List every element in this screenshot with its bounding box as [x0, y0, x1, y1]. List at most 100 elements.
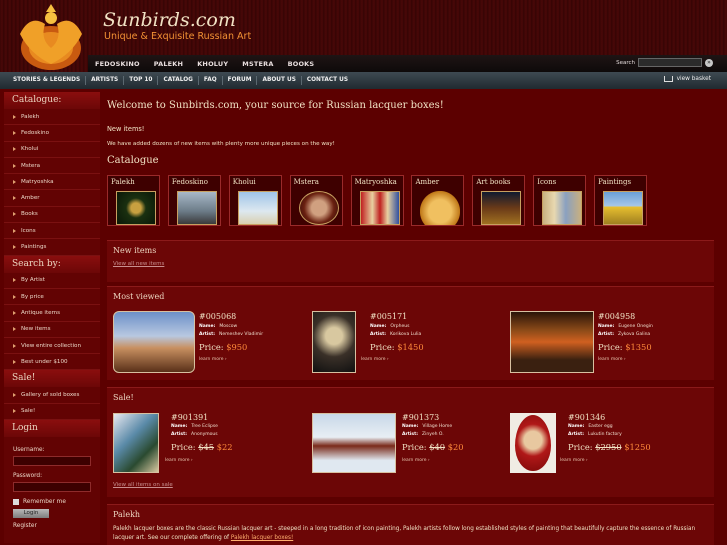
subnav-faq[interactable]: FAQ	[199, 76, 223, 85]
view-basket-link[interactable]: view basket	[663, 76, 711, 82]
view-basket-label: view basket	[676, 76, 711, 82]
sidebar-item-label: Paintings	[21, 244, 47, 251]
learn-more-link[interactable]: learn more ›	[199, 357, 227, 362]
product-number: #901373	[402, 413, 440, 422]
product-number: #901391	[171, 413, 209, 422]
product-name-row: Name: Orpheus	[370, 324, 409, 329]
subnav-forum[interactable]: FORUM	[223, 76, 258, 85]
sidebar-item-books[interactable]: Books	[4, 206, 100, 224]
product-artist-row: Artist: Zykova Galina	[598, 332, 650, 337]
subnav-top10[interactable]: TOP 10	[124, 76, 159, 85]
site-header: Sunbirds.com Unique & Exquisite Russian …	[0, 0, 727, 72]
palekh-title: Palekh	[113, 510, 141, 519]
artist-label: Artist:	[568, 432, 585, 437]
learn-more-label: learn more	[402, 458, 427, 463]
category-label: Icons	[537, 178, 557, 186]
bullet-icon	[13, 278, 16, 283]
password-field[interactable]	[13, 482, 91, 493]
topnav-palekh[interactable]: PALEKH	[147, 60, 190, 68]
sidebar-item-entire[interactable]: View entire collection	[4, 337, 100, 355]
category-paintings[interactable]: Paintings	[594, 175, 648, 226]
sidebar-item-label: Gallery of sold boxes	[21, 392, 80, 399]
category-icons[interactable]: Icons	[533, 175, 587, 226]
subnav-catalog[interactable]: CATALOG	[158, 76, 199, 85]
learn-more-link[interactable]: learn more ›	[361, 357, 389, 362]
sidebar-item-amber[interactable]: Amber	[4, 190, 100, 207]
palekh-panel: Palekh Palekh lacquer boxes are the clas…	[107, 504, 714, 545]
product-artist-row: Artist: Nemeshev Vladimir	[199, 332, 263, 337]
sidebar-item-by-price[interactable]: By price	[4, 288, 100, 306]
subnav-artists[interactable]: ARTISTS	[86, 76, 125, 85]
category-label: Fedoskino	[171, 178, 208, 186]
view-all-sale-link[interactable]: View all items on sale	[107, 482, 173, 488]
product-price: Price: $2950 $1250	[568, 442, 651, 452]
sidebar-item-label: Fedoskino	[21, 129, 50, 136]
sidebar-item-label: View entire collection	[21, 342, 82, 349]
sidebar-item-matryoshka[interactable]: Matryoshka	[4, 174, 100, 191]
product-name: Moscow	[219, 324, 238, 329]
sidebar-item-icons[interactable]: Icons	[4, 223, 100, 240]
firebird-logo[interactable]	[10, 4, 92, 72]
product-thumbnail[interactable]	[312, 413, 396, 473]
category-image	[298, 191, 339, 225]
sidebar-item-fedoskino[interactable]: Fedoskino	[4, 125, 100, 142]
remember-checkbox[interactable]	[13, 499, 19, 506]
subnav-about[interactable]: ABOUT US	[257, 76, 302, 85]
product-artist: Anonymous	[191, 432, 218, 437]
price-value: $1350	[625, 342, 652, 352]
product-thumbnail[interactable]	[510, 311, 594, 373]
product-artist-row: Artist: Anonymous	[171, 432, 218, 437]
sidebar-item-by-artist[interactable]: By Artist	[4, 272, 100, 289]
category-label: Kholui	[232, 178, 256, 186]
topnav-books[interactable]: BOOKS	[281, 60, 322, 68]
product-thumbnail[interactable]	[312, 311, 356, 373]
topnav-kholuy[interactable]: KHOLUY	[190, 60, 235, 68]
sidebar-item-antique[interactable]: Antique items	[4, 305, 100, 322]
category-fedoskino[interactable]: Fedoskino	[167, 175, 221, 226]
remember-me[interactable]: Remember me	[13, 499, 93, 506]
learn-more-link[interactable]: learn more ›	[165, 458, 193, 463]
product-thumbnail[interactable]	[113, 311, 195, 373]
sidebar-item-palekh[interactable]: Palekh	[4, 109, 100, 126]
category-amber[interactable]: Amber	[411, 175, 465, 226]
category-kholui[interactable]: Kholui	[228, 175, 282, 226]
sidebar-item-kholui[interactable]: Kholui	[4, 141, 100, 158]
category-matryoshka[interactable]: Matryoshka	[350, 175, 404, 226]
easter-egg-image	[515, 415, 551, 471]
brand-name[interactable]: Sunbirds.com	[103, 9, 236, 31]
learn-more-link[interactable]: learn more ›	[402, 458, 430, 463]
sidebar-item-mstera[interactable]: Mstera	[4, 157, 100, 175]
sidebar-item-sold-gallery[interactable]: Gallery of sold boxes	[4, 387, 100, 404]
register-link[interactable]: Register	[13, 523, 93, 529]
sidebar-item-new[interactable]: New items	[4, 321, 100, 338]
learn-more-link[interactable]: learn more ›	[560, 458, 588, 463]
product-price: Price: $950	[199, 342, 247, 352]
name-label: Name:	[171, 424, 188, 429]
login-button[interactable]: Login	[13, 509, 49, 519]
view-all-new-items-link[interactable]: View all new items	[107, 261, 714, 267]
search-go-icon[interactable]: »	[705, 58, 713, 67]
price-value: $22	[216, 442, 233, 452]
category-art-books[interactable]: Art books	[472, 175, 526, 226]
subnav-contact[interactable]: CONTACT US	[302, 76, 353, 85]
learn-more-link[interactable]: learn more ›	[598, 357, 626, 362]
sidebar-item-sale[interactable]: Sale!	[4, 403, 100, 421]
search-input[interactable]	[638, 58, 702, 67]
topnav-fedoskino[interactable]: FEDOSKINO	[88, 60, 147, 68]
username-field[interactable]	[13, 456, 91, 467]
category-palekh[interactable]: Palekh	[107, 175, 160, 226]
category-mstera[interactable]: Mstera	[289, 175, 343, 226]
catalogue-title: Catalogue	[107, 155, 159, 166]
category-image	[116, 191, 156, 225]
product-thumbnail[interactable]	[510, 413, 556, 473]
sidebar-login-title: Login	[4, 420, 100, 438]
sidebar-item-label: Books	[21, 211, 38, 218]
category-label: Palekh	[111, 178, 135, 186]
sidebar-item-under100[interactable]: Best under $100	[4, 354, 100, 371]
palekh-boxes-link[interactable]: Palekh lacquer boxes!	[231, 535, 293, 541]
subnav-stories[interactable]: STORIES & LEGENDS	[8, 76, 87, 85]
product-thumbnail[interactable]	[113, 413, 159, 473]
product-name: Tree Eclipse	[191, 424, 218, 429]
topnav-mstera[interactable]: MSTERA	[235, 60, 280, 68]
sidebar-item-paintings[interactable]: Paintings	[4, 239, 100, 256]
